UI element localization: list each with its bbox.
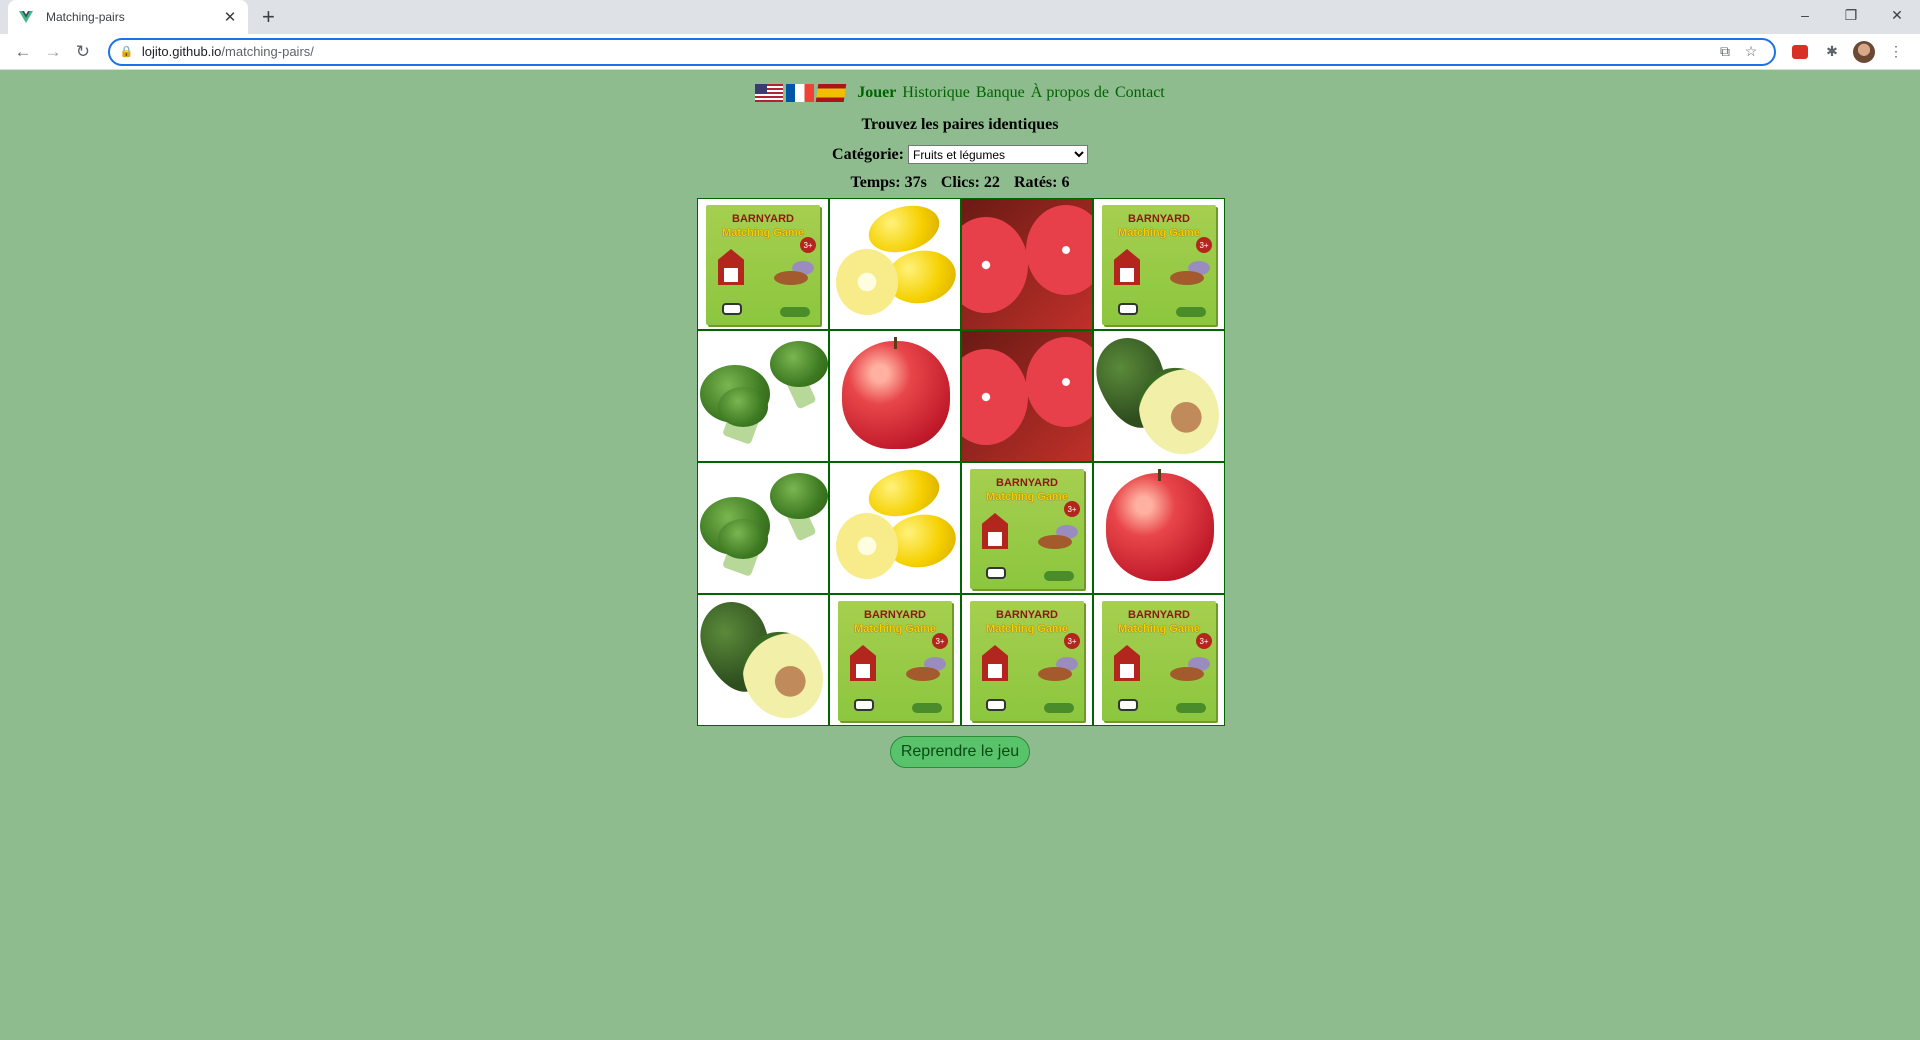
card-back-title: BARNYARD: [996, 477, 1058, 489]
card-back[interactable]: BARNYARD Matching Game 3+: [1093, 198, 1225, 330]
card-lemon[interactable]: [829, 462, 961, 594]
address-bar[interactable]: 🔒 lojito.github.io/matching-pairs/ ⧉ ☆: [107, 37, 1777, 66]
card-grapefruit[interactable]: [961, 198, 1093, 330]
card-back-image: BARNYARD Matching Game 3+: [706, 205, 820, 325]
category-select[interactable]: Fruits et légumes: [907, 145, 1088, 164]
barn-icon: [982, 645, 1008, 681]
reload-icon[interactable]: ↻: [68, 37, 98, 67]
age-badge-icon: 3+: [1196, 237, 1212, 253]
card-back[interactable]: BARNYARD Matching Game 3+: [961, 462, 1093, 594]
card-back-title: BARNYARD: [996, 609, 1058, 621]
extensions-puzzle-icon[interactable]: ✱: [1816, 38, 1848, 66]
age-badge-icon: 3+: [1196, 633, 1212, 649]
barn-icon: [982, 513, 1008, 549]
age-badge-icon: 3+: [1064, 633, 1080, 649]
top-navigation: Jouer Historique Banque À propos de Cont…: [0, 84, 1920, 102]
card-broccoli[interactable]: [697, 462, 829, 594]
resume-game-button[interactable]: Reprendre le jeu: [890, 736, 1030, 768]
page-content: Jouer Historique Banque À propos de Cont…: [0, 70, 1920, 1040]
cow-icon: [986, 567, 1006, 579]
misses-stat: Ratés: 6: [1013, 174, 1070, 191]
card-back-image: BARNYARD Matching Game 3+: [1102, 601, 1216, 721]
card-apple[interactable]: [1093, 462, 1225, 594]
card-lemon[interactable]: [829, 198, 961, 330]
card-back-title: BARNYARD: [732, 213, 794, 225]
card-avocado[interactable]: [697, 594, 829, 726]
close-window-icon[interactable]: ✕: [1874, 0, 1920, 30]
card-grapefruit[interactable]: [961, 330, 1093, 462]
card-broccoli[interactable]: [697, 330, 829, 462]
cow-icon: [722, 303, 742, 315]
age-badge-icon: 3+: [932, 633, 948, 649]
vue-logo-icon: [19, 11, 33, 23]
back-arrow-icon[interactable]: ←: [8, 37, 38, 67]
card-apple[interactable]: [829, 330, 961, 462]
card-back-image: BARNYARD Matching Game 3+: [970, 601, 1084, 721]
tab-close-icon[interactable]: ✕: [222, 8, 238, 26]
cow-icon: [986, 699, 1006, 711]
card-back[interactable]: BARNYARD Matching Game 3+: [697, 198, 829, 330]
barn-icon: [718, 249, 744, 285]
card-back-image: BARNYARD Matching Game 3+: [1102, 205, 1216, 325]
url-text[interactable]: lojito.github.io/matching-pairs/: [142, 44, 1712, 59]
game-stats: Temps: 37s Clics: 22 Ratés: 6: [0, 174, 1920, 192]
translate-icon[interactable]: ⧉: [1712, 43, 1738, 60]
page-title: Trouvez les paires identiques: [861, 116, 1059, 133]
category-label: Catégorie:: [832, 145, 904, 163]
flag-us-icon[interactable]: [755, 84, 784, 102]
age-badge-icon: 3+: [800, 237, 816, 253]
nav-link-banque[interactable]: Banque: [976, 84, 1025, 102]
card-grid: BARNYARD Matching Game 3+ BARNYARD Match…: [697, 198, 1225, 726]
nav-link-historique[interactable]: Historique: [902, 84, 970, 102]
card-back-title: BARNYARD: [1128, 609, 1190, 621]
barn-icon: [1114, 249, 1140, 285]
time-stat: Temps: 37s: [850, 174, 927, 191]
cow-icon: [1118, 699, 1138, 711]
card-back-title: BARNYARD: [1128, 213, 1190, 225]
browser-toolbar: ← → ↻ 🔒 lojito.github.io/matching-pairs/…: [0, 34, 1920, 70]
barn-icon: [1114, 645, 1140, 681]
browser-tab[interactable]: Matching-pairs ✕: [8, 0, 248, 34]
lock-icon: 🔒: [119, 46, 134, 58]
new-tab-button[interactable]: +: [262, 6, 275, 28]
profile-avatar[interactable]: [1848, 38, 1880, 66]
card-back-image: BARNYARD Matching Game 3+: [838, 601, 952, 721]
card-back-image: BARNYARD Matching Game 3+: [970, 469, 1084, 589]
menu-kebab-icon[interactable]: ⋮: [1880, 38, 1912, 66]
cow-icon: [854, 699, 874, 711]
cow-icon: [1118, 303, 1138, 315]
barn-icon: [850, 645, 876, 681]
category-row: Catégorie: Fruits et légumes: [0, 145, 1920, 164]
extension-red-icon[interactable]: [1784, 38, 1816, 66]
bookmark-star-icon[interactable]: ☆: [1738, 43, 1764, 60]
nav-link-a-propos[interactable]: À propos de: [1031, 84, 1109, 102]
flag-fr-icon[interactable]: [786, 84, 815, 102]
tab-title: Matching-pairs: [46, 10, 125, 24]
forward-arrow-icon[interactable]: →: [38, 37, 68, 67]
window-controls: – ❐ ✕: [1782, 0, 1920, 30]
browser-tabbar: Matching-pairs ✕ + – ❐ ✕: [0, 0, 1920, 34]
card-back[interactable]: BARNYARD Matching Game 3+: [961, 594, 1093, 726]
minimize-icon[interactable]: –: [1782, 0, 1828, 30]
card-back[interactable]: BARNYARD Matching Game 3+: [1093, 594, 1225, 726]
card-avocado[interactable]: [1093, 330, 1225, 462]
nav-link-jouer[interactable]: Jouer: [857, 84, 896, 102]
nav-link-contact[interactable]: Contact: [1115, 84, 1165, 102]
card-back-title: BARNYARD: [864, 609, 926, 621]
card-back[interactable]: BARNYARD Matching Game 3+: [829, 594, 961, 726]
age-badge-icon: 3+: [1064, 501, 1080, 517]
restore-icon[interactable]: ❐: [1828, 0, 1874, 30]
flag-es-icon[interactable]: [815, 84, 847, 102]
clicks-stat: Clics: 22: [940, 174, 1000, 191]
